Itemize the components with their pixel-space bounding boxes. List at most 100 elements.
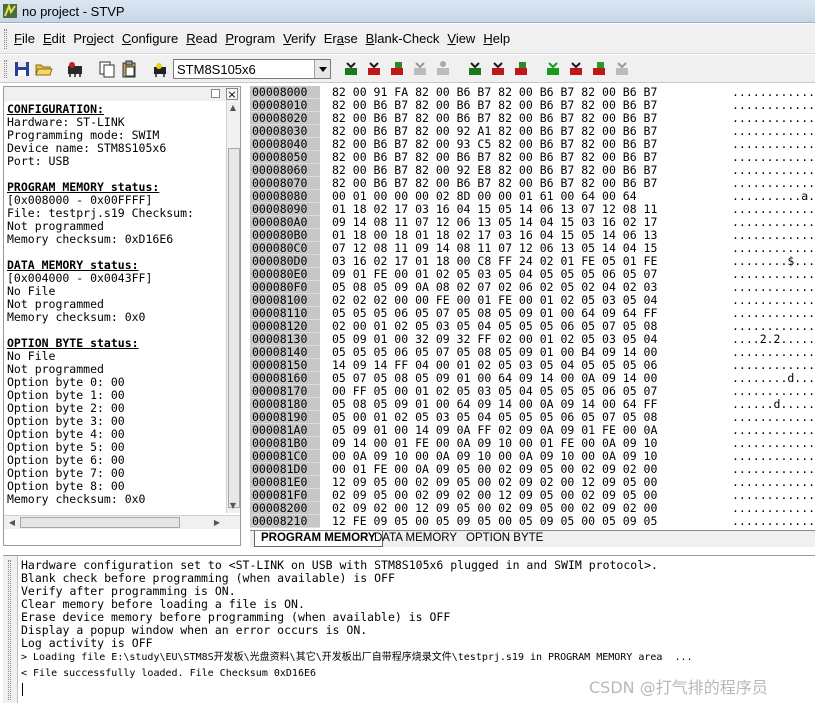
program-option-button[interactable] bbox=[566, 59, 586, 79]
read-all-icon bbox=[469, 62, 481, 75]
menu-mnemonic: P bbox=[225, 31, 234, 46]
erase-option-icon bbox=[616, 62, 628, 75]
read-chip-icon bbox=[345, 62, 357, 75]
log-lines: Hardware configuration set to <ST-LINK o… bbox=[21, 559, 811, 682]
menu-label-suffix: onfigure bbox=[131, 31, 179, 46]
vertical-scrollbar[interactable]: ▲ ▼ bbox=[226, 101, 240, 513]
tab-option-byte[interactable]: OPTION BYTE bbox=[460, 531, 549, 547]
menu-item[interactable]: View bbox=[447, 31, 475, 46]
menu-label-suffix: erify bbox=[291, 31, 316, 46]
device-select-value: STM8S105x6 bbox=[177, 62, 256, 77]
menu-label-suffix: dit bbox=[51, 31, 66, 46]
tab-program-memory[interactable]: PROGRAM MEMORY bbox=[254, 531, 383, 547]
menu-item[interactable]: Blank-Check bbox=[366, 31, 440, 46]
memory-ascii: ................ bbox=[732, 514, 815, 528]
menu-label-suffix: se bbox=[343, 31, 358, 46]
memory-hex-view[interactable]: 00008000 82 00 91 FA 82 00 B6 B7 82 00 B6… bbox=[250, 86, 815, 530]
window-title: no project - STVP bbox=[22, 4, 125, 19]
menu-mnemonic: C bbox=[121, 31, 132, 46]
config-line: Memory checksum: 0x0 bbox=[7, 310, 146, 324]
log-line: Blank check before programming (when ava… bbox=[21, 572, 395, 585]
menu-item[interactable]: Project bbox=[73, 31, 113, 46]
menu-items: File Edit Project Configure Read Program Verif… bbox=[14, 31, 518, 46]
program-all-icon bbox=[492, 62, 504, 75]
open-button[interactable] bbox=[34, 59, 54, 79]
scroll-up-icon[interactable]: ▲ bbox=[227, 102, 239, 114]
menu-mnemonic: o bbox=[86, 31, 94, 46]
config-line: Port: USB bbox=[7, 154, 70, 168]
menu-mnemonic: E bbox=[42, 31, 52, 46]
verify-current-tab-button[interactable] bbox=[387, 59, 407, 79]
menu-item[interactable]: File bbox=[14, 31, 35, 46]
app-logo-icon bbox=[3, 4, 17, 18]
menu-label-suffix: lank-Check bbox=[374, 31, 440, 46]
chip-icon bbox=[154, 63, 166, 77]
paste-button[interactable] bbox=[119, 59, 139, 79]
clipboard-icon bbox=[122, 60, 136, 78]
menu-item[interactable]: Edit bbox=[43, 31, 65, 46]
scrollbar-thumb[interactable] bbox=[228, 148, 240, 508]
open-folder-icon bbox=[35, 64, 53, 76]
log-line: Display a popup window when an error occ… bbox=[21, 624, 368, 637]
verify-all-button[interactable] bbox=[511, 59, 531, 79]
title-bar: no project - STVP bbox=[0, 0, 815, 23]
verify-all-icon bbox=[515, 62, 527, 75]
verify-option-button[interactable] bbox=[589, 59, 609, 79]
toolbar: STM8S105x6 bbox=[0, 55, 815, 83]
copy-icon bbox=[99, 61, 115, 78]
menu-item[interactable]: Verify bbox=[283, 31, 316, 46]
menu-item[interactable]: Read bbox=[186, 31, 217, 46]
config-line: Memory checksum: 0x0 bbox=[7, 492, 146, 506]
log-line: Clear memory before loading a file is ON… bbox=[21, 598, 305, 611]
memory-bytes[interactable]: 12 FE 09 05 00 05 09 05 00 05 09 05 00 0… bbox=[332, 515, 657, 528]
menu-label-suffix: ead bbox=[195, 31, 218, 46]
read-option-button[interactable] bbox=[543, 59, 563, 79]
panel-header: × bbox=[4, 87, 240, 101]
menu-label-prefix: Er bbox=[323, 31, 337, 46]
memory-address: 00008210 bbox=[250, 515, 320, 528]
chevron-down-icon[interactable] bbox=[314, 60, 330, 78]
panel-minimize-button[interactable] bbox=[211, 89, 220, 98]
menu-item[interactable]: Configure bbox=[122, 31, 178, 46]
menu-grip[interactable] bbox=[4, 29, 7, 49]
read-option-icon bbox=[547, 62, 559, 75]
save-button[interactable] bbox=[12, 59, 32, 79]
menu-mnemonic: V bbox=[447, 31, 456, 46]
scroll-right-icon[interactable]: ▶ bbox=[211, 517, 223, 529]
menu-item[interactable]: Program bbox=[225, 31, 275, 46]
config-line: Memory checksum: 0xD16E6 bbox=[7, 232, 174, 246]
close-icon[interactable]: × bbox=[226, 88, 238, 100]
copy-button[interactable] bbox=[97, 59, 117, 79]
hardware-config-button[interactable] bbox=[65, 59, 85, 79]
menu-label-suffix: ject bbox=[93, 31, 114, 46]
blank-check-current-tab-button[interactable] bbox=[433, 59, 453, 79]
log-gutter bbox=[3, 556, 18, 703]
erase-current-tab-button[interactable] bbox=[410, 59, 430, 79]
configuration-panel: × CONFIGURATION: Hardware: ST-LINK Program… bbox=[3, 86, 241, 546]
menu-mnemonic: a bbox=[336, 31, 344, 46]
floppy-disk-icon bbox=[15, 62, 29, 76]
menu-label-suffix: rogram bbox=[233, 31, 276, 46]
read-current-tab-button[interactable] bbox=[341, 59, 361, 79]
device-chip-button[interactable] bbox=[150, 59, 170, 79]
menu-item[interactable]: Erase bbox=[324, 31, 358, 46]
menu-mnemonic: F bbox=[14, 31, 22, 46]
toolbar-grip[interactable] bbox=[4, 60, 7, 78]
program-chip-icon bbox=[368, 62, 380, 75]
scroll-down-icon[interactable]: ▼ bbox=[227, 500, 239, 512]
horizontal-scrollbar[interactable]: ◀ ▶ bbox=[4, 515, 240, 529]
log-line: Verify after programming is ON. bbox=[21, 585, 236, 598]
erase-option-button[interactable] bbox=[612, 59, 632, 79]
scrollbar-thumb[interactable] bbox=[20, 517, 180, 528]
verify-chip-icon bbox=[391, 62, 403, 75]
scroll-left-icon[interactable]: ◀ bbox=[6, 517, 18, 529]
menu-bar: File Edit Project Configure Read Program Verif… bbox=[0, 24, 815, 54]
tab-data-memory[interactable]: DATA MEMORY bbox=[368, 531, 463, 547]
menu-item[interactable]: Help bbox=[483, 31, 510, 46]
program-all-button[interactable] bbox=[488, 59, 508, 79]
device-select[interactable]: STM8S105x6 bbox=[173, 59, 331, 79]
log-line: Hardware configuration set to <ST-LINK o… bbox=[21, 559, 658, 572]
program-current-tab-button[interactable] bbox=[364, 59, 384, 79]
read-all-button[interactable] bbox=[465, 59, 485, 79]
menu-label-suffix: iew bbox=[455, 31, 476, 46]
